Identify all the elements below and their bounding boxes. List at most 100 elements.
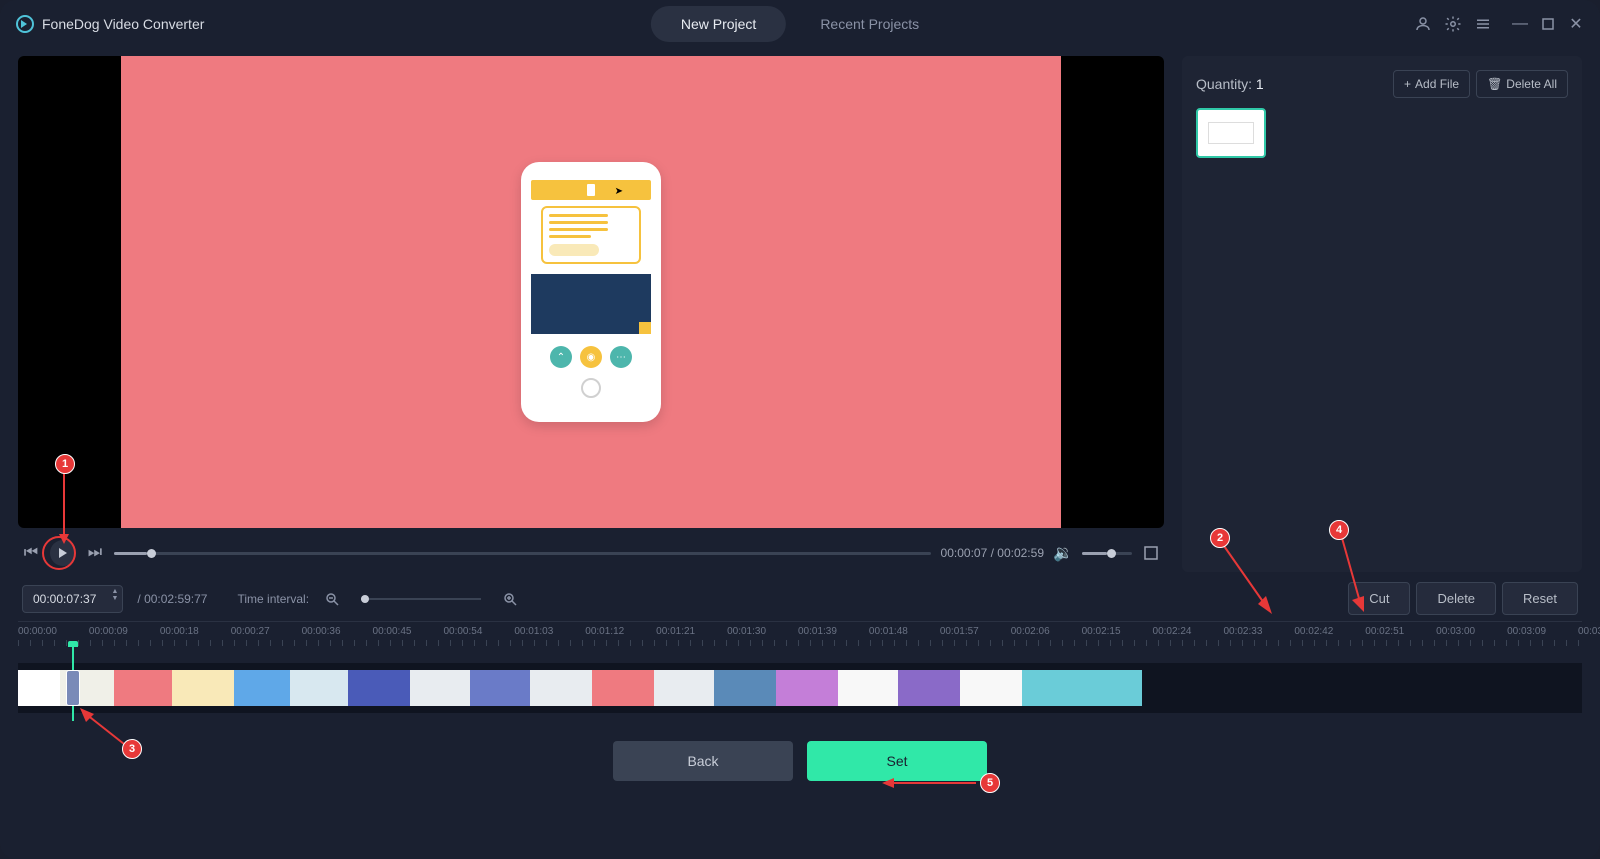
timeline-clip[interactable]: [530, 670, 592, 706]
timeline-clip[interactable]: [592, 670, 654, 706]
clip-sidebar: Quantity: 1 +Add File 🗑Delete All: [1182, 56, 1582, 572]
duration-label: / 00:02:59:77: [137, 592, 207, 606]
phone-home-button: [581, 378, 601, 398]
ruler-tick: 00:01:57: [940, 626, 979, 637]
annotation-marker-5: 5: [980, 773, 1000, 793]
main-content: ➤ ⌃◉⋯ ⏮: [0, 48, 1600, 859]
minimize-icon[interactable]: —: [1512, 16, 1528, 32]
timeline-clip[interactable]: [714, 670, 776, 706]
upper-row: ➤ ⌃◉⋯ ⏮: [18, 56, 1582, 572]
annotation-marker-4: 4: [1329, 520, 1349, 540]
account-icon[interactable]: [1414, 15, 1432, 33]
ruler-tick: 00:03:18: [1578, 626, 1600, 637]
timeline-clip[interactable]: [234, 670, 290, 706]
ruler-tick: 00:01:39: [798, 626, 837, 637]
fullscreen-icon[interactable]: [1142, 544, 1160, 562]
zoom-out-icon[interactable]: [323, 590, 341, 608]
annotation-arrow-5: [880, 775, 982, 791]
annotation-arrow-4: [1334, 532, 1374, 614]
annotation-arrow-3: [76, 706, 130, 750]
time-ruler: 00:00:00 00:00:09 00:00:18 00:00:27 00:00:36…: [18, 621, 1582, 645]
tab-new-project[interactable]: New Project: [651, 6, 786, 42]
app-window: FoneDog Video Converter New Project Rece…: [0, 0, 1600, 859]
settings-icon[interactable]: [1444, 15, 1462, 33]
trash-icon: 🗑: [1487, 77, 1502, 91]
maximize-icon[interactable]: [1540, 16, 1556, 32]
quantity-label: Quantity: 1: [1196, 76, 1264, 92]
video-preview: ➤ ⌃◉⋯: [18, 56, 1164, 528]
volume-slider[interactable]: [1082, 552, 1132, 555]
annotation-marker-2: 2: [1210, 528, 1230, 548]
back-button[interactable]: Back: [613, 741, 793, 781]
zoom-in-icon[interactable]: [501, 590, 519, 608]
tab-switcher: New Project Recent Projects: [651, 6, 949, 42]
phone-mockup: ➤ ⌃◉⋯: [521, 162, 661, 422]
prev-frame-icon[interactable]: ⏮: [22, 544, 40, 562]
ruler-tick: 00:02:33: [1223, 626, 1262, 637]
delete-all-button[interactable]: 🗑Delete All: [1476, 70, 1568, 98]
annotation-marker-3: 3: [122, 739, 142, 759]
timeline-clip[interactable]: [898, 670, 960, 706]
timeline-clip[interactable]: [838, 670, 898, 706]
spinner-icon[interactable]: ▲▼: [111, 588, 118, 602]
ruler-tick: 00:00:00: [18, 626, 57, 637]
app-logo-icon: [16, 15, 34, 33]
zoom-slider[interactable]: [361, 598, 481, 600]
clip-thumbnail[interactable]: [1196, 108, 1266, 158]
ruler-tick: 00:01:21: [656, 626, 695, 637]
timeline-clip[interactable]: [114, 670, 172, 706]
ruler-tick: 00:00:18: [160, 626, 199, 637]
ruler-tick: 00:01:12: [585, 626, 624, 637]
ruler-tick: 00:02:06: [1011, 626, 1050, 637]
reset-button[interactable]: Reset: [1502, 582, 1578, 615]
annotation-marker-1: 1: [55, 454, 75, 474]
ruler-tick: 00:02:42: [1294, 626, 1333, 637]
timeline-clip[interactable]: [776, 670, 838, 706]
timeline-clip[interactable]: [654, 670, 714, 706]
ruler-tick: 00:01:48: [869, 626, 908, 637]
ruler-tick: 00:01:03: [514, 626, 553, 637]
timeline-clip[interactable]: [470, 670, 530, 706]
timeline-clip[interactable]: [410, 670, 470, 706]
player-controls: ⏮ ⏭ 00:00:07 / 00:02:59 🔉: [18, 534, 1164, 572]
ruler-tick: 00:02:51: [1365, 626, 1404, 637]
close-icon[interactable]: ✕: [1568, 16, 1584, 32]
phone-banner: [531, 274, 651, 334]
titlebar-right: — ✕: [1414, 15, 1584, 33]
delete-button[interactable]: Delete: [1416, 582, 1496, 615]
timeline-clip[interactable]: [18, 670, 60, 706]
ruler-tick: 00:03:09: [1507, 626, 1546, 637]
timeline-clip[interactable]: [1022, 670, 1082, 706]
menu-icon[interactable]: [1474, 15, 1492, 33]
timeline-strip[interactable]: [18, 663, 1582, 713]
ruler-tick: 00:00:27: [231, 626, 270, 637]
timeline-clip[interactable]: [1082, 670, 1142, 706]
position-input[interactable]: 00:00:07:37 ▲▼: [22, 585, 123, 613]
timeline-clip[interactable]: [290, 670, 348, 706]
ruler-tick: 00:03:00: [1436, 626, 1475, 637]
volume-icon[interactable]: 🔉: [1054, 544, 1072, 562]
ruler-tick: 00:00:45: [373, 626, 412, 637]
ruler-tick: 00:02:24: [1153, 626, 1192, 637]
ruler-tick: 00:01:30: [727, 626, 766, 637]
annotation-arrow-2: [1218, 540, 1278, 618]
next-frame-icon[interactable]: ⏭: [86, 544, 104, 562]
seek-slider[interactable]: [114, 552, 931, 555]
timeline-clip[interactable]: [172, 670, 234, 706]
ruler-tick: 00:00:36: [302, 626, 341, 637]
tab-recent-projects[interactable]: Recent Projects: [790, 6, 949, 42]
add-file-button[interactable]: +Add File: [1393, 70, 1470, 98]
phone-card: [541, 206, 642, 264]
window-controls: — ✕: [1512, 16, 1584, 32]
time-display: 00:00:07 / 00:02:59: [941, 546, 1044, 560]
timeline-clip[interactable]: [348, 670, 410, 706]
titlebar-left: FoneDog Video Converter: [16, 15, 204, 33]
ruler-tick: 00:02:15: [1082, 626, 1121, 637]
preview-column: ➤ ⌃◉⋯ ⏮: [18, 56, 1164, 572]
ruler-tick: 00:00:09: [89, 626, 128, 637]
timeline-clip[interactable]: [960, 670, 1022, 706]
phone-icons: ⌃◉⋯: [550, 346, 632, 368]
app-title: FoneDog Video Converter: [42, 16, 204, 32]
video-frame: ➤ ⌃◉⋯: [121, 56, 1061, 528]
trim-handle[interactable]: [66, 670, 80, 706]
